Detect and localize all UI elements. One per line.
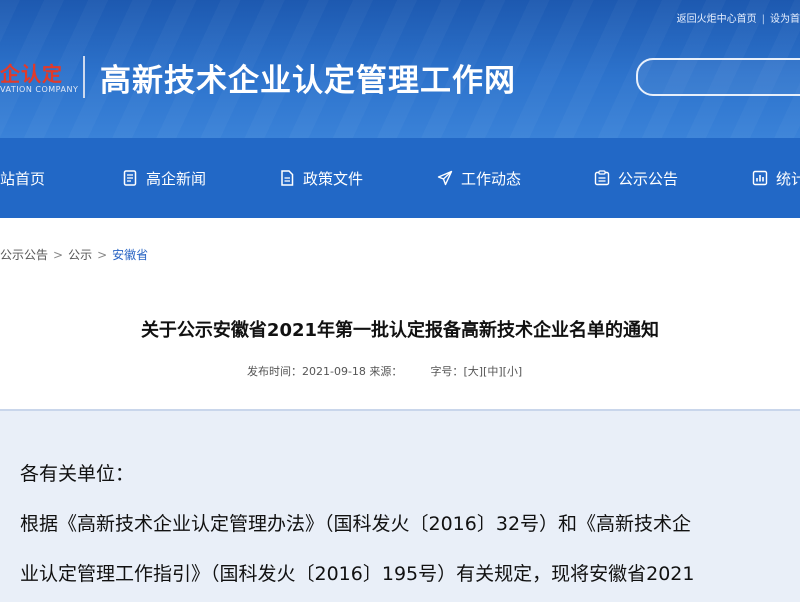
nav-item-policy[interactable]: 政策文件: [279, 138, 363, 218]
home-link[interactable]: 返回火炬中心首页: [677, 10, 757, 25]
nav-item-work-updates[interactable]: 工作动态: [437, 138, 521, 218]
logo-text[interactable]: 企认定: [0, 58, 63, 87]
logo-subtext: VATION COMPANY: [0, 85, 79, 94]
article-meta: 发布时间：2021-09-18 来源： 字号：[大][中][小]: [247, 363, 522, 379]
font-size-label: 字号：: [430, 365, 464, 378]
main-nav: 站首页 高企新闻 政策文件 工作动态 公示公告 统计: [0, 138, 800, 218]
breadcrumb-item[interactable]: 公示: [68, 248, 92, 262]
article-body: 各有关单位： 根据《高新技术企业认定管理办法》（国科发火〔2016〕32号）和《…: [0, 409, 800, 602]
statistics-icon: [752, 170, 768, 186]
breadcrumb-separator: >: [53, 248, 64, 262]
announcement-list-icon: [594, 170, 610, 186]
nav-label: 站首页: [0, 169, 46, 188]
search-input[interactable]: [636, 58, 800, 96]
nav-label: 公示公告: [618, 169, 679, 188]
nav-item-home[interactable]: 站首页: [0, 138, 45, 218]
nav-item-announcements[interactable]: 公示公告: [594, 138, 678, 218]
font-size-large-button[interactable]: [大]: [463, 365, 483, 378]
breadcrumb-separator: >: [97, 248, 108, 262]
top-link-separator: |: [761, 14, 765, 25]
policy-file-icon: [279, 170, 295, 186]
article-title: 关于公示安徽省2021年第一批认定报备高新技术企业名单的通知: [140, 320, 660, 341]
font-size-medium-button[interactable]: [中]: [483, 365, 503, 378]
nav-label: 高企新闻: [146, 169, 207, 188]
nav-item-news[interactable]: 高企新闻: [122, 138, 206, 218]
breadcrumb-item[interactable]: 公示公告: [0, 248, 48, 262]
breadcrumb: 公示公告 > 公示 > 安徽省: [0, 246, 148, 263]
breadcrumb-current[interactable]: 安徽省: [112, 248, 148, 262]
article-paragraph: 根据《高新技术企业认定管理办法》（国科发火〔2016〕32号）和《高新技术企: [20, 513, 692, 535]
nav-label: 政策文件: [303, 169, 364, 188]
paper-plane-icon: [437, 170, 453, 186]
article-paragraph: 业认定管理工作指引》（国科发火〔2016〕195号）有关规定，现将安徽省2021: [20, 563, 695, 585]
set-homepage-link[interactable]: 设为首: [770, 10, 800, 25]
font-size-small-button[interactable]: [小]: [503, 365, 523, 378]
site-title: 高新技术企业认定管理工作网: [100, 63, 516, 99]
logo-divider: [83, 56, 85, 98]
article-paragraph: 各有关单位：: [20, 463, 135, 485]
publish-info: 发布时间：2021-09-18 来源：: [247, 365, 403, 378]
nav-item-statistics[interactable]: 统计: [752, 138, 800, 218]
nav-label: 工作动态: [461, 169, 522, 188]
top-links: 返回火炬中心首页 | 设为首: [677, 10, 800, 25]
news-document-icon: [122, 170, 138, 186]
nav-label: 统计: [776, 169, 800, 188]
site-header: 返回火炬中心首页 | 设为首 企认定 VATION COMPANY 高新技术企业认定…: [0, 0, 800, 138]
